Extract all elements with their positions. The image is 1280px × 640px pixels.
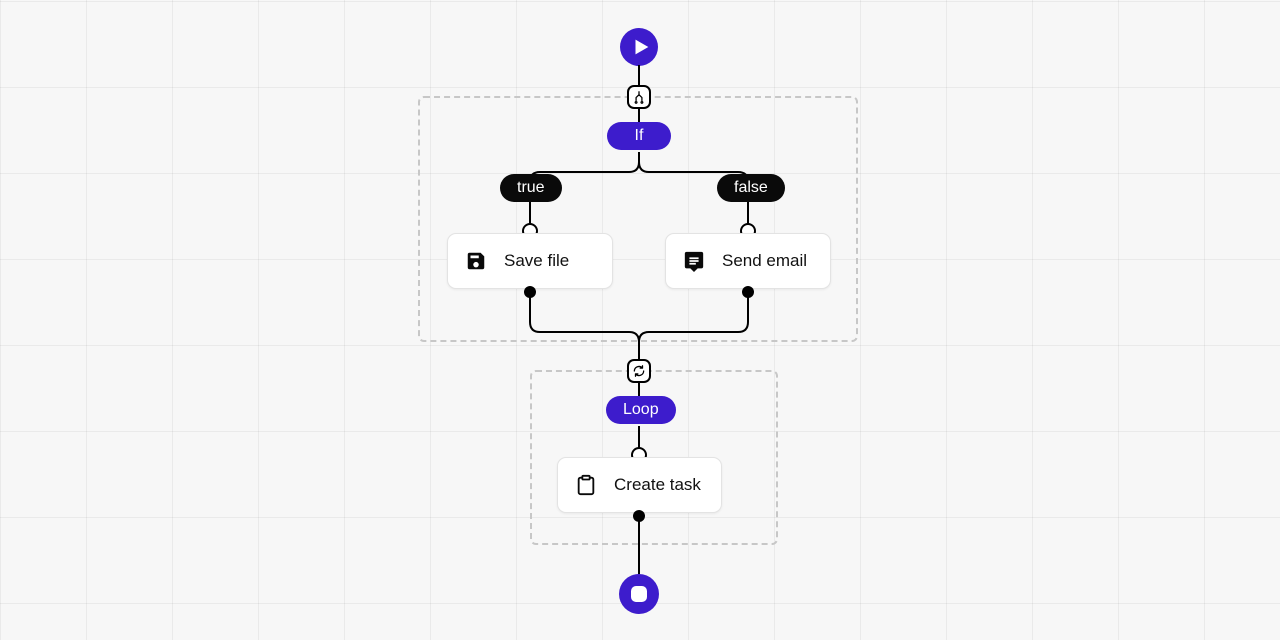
branch-false-label: false: [717, 174, 785, 202]
loop-handle[interactable]: [627, 359, 651, 383]
node-label: Create task: [614, 475, 701, 495]
port-out-false[interactable]: [742, 286, 754, 298]
start-node[interactable]: [620, 28, 658, 66]
play-icon: [630, 36, 652, 58]
node-send-email[interactable]: Send email: [665, 233, 831, 289]
port-out-loop[interactable]: [633, 510, 645, 522]
if-label: If: [607, 122, 671, 150]
node-label: Save file: [504, 251, 569, 271]
node-create-task[interactable]: Create task: [557, 457, 722, 513]
port-out-true[interactable]: [524, 286, 536, 298]
if-handle[interactable]: [627, 85, 651, 109]
branch-icon: [632, 90, 646, 104]
end-node[interactable]: [619, 574, 659, 614]
stop-icon: [631, 586, 647, 602]
node-save-file[interactable]: Save file: [447, 233, 613, 289]
clipboard-icon: [574, 473, 598, 497]
refresh-icon: [632, 364, 646, 378]
save-icon: [464, 249, 488, 273]
node-label: Send email: [722, 251, 807, 271]
branch-true-label: true: [500, 174, 562, 202]
message-icon: [682, 249, 706, 273]
loop-label: Loop: [606, 396, 676, 424]
